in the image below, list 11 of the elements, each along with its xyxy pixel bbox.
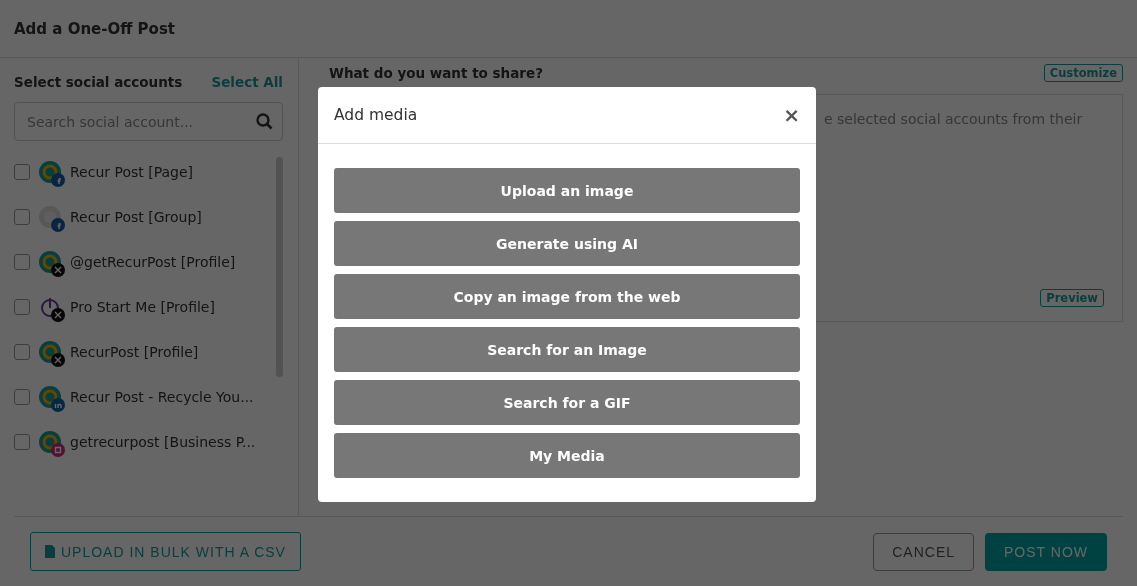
window-title: Add a One-Off Post bbox=[14, 19, 175, 38]
account-name: Recur Post [Group] bbox=[70, 208, 202, 225]
account-name: getrecurpost [Business P... bbox=[70, 433, 256, 450]
account-name: Recur Post [Page] bbox=[70, 163, 194, 180]
section-label: Select social accounts bbox=[14, 74, 183, 90]
section-label: What do you want to share? bbox=[329, 65, 543, 81]
account-name: @getRecurPost [Profile] bbox=[70, 253, 236, 270]
account-name: Pro Start Me [Profile] bbox=[70, 298, 215, 315]
dialog-title: Add media bbox=[334, 106, 418, 124]
account-name: Recur Post - Recycle You... bbox=[70, 388, 254, 405]
account-name: RecurPost [Profile] bbox=[70, 343, 199, 360]
